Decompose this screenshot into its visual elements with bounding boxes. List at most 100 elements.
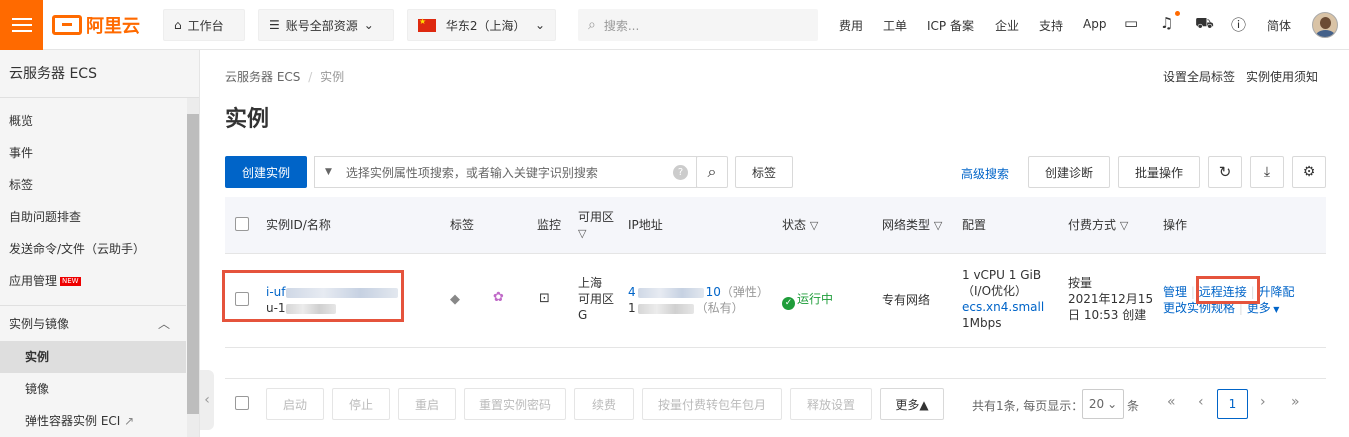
page-size-select[interactable]: 20 ⌄ — [1082, 389, 1124, 419]
header-network-label: 网络类型 — [882, 218, 931, 232]
monitor-chart-icon[interactable]: ⊡ — [539, 291, 550, 307]
instance-id-highlight — [222, 270, 404, 322]
user-avatar[interactable] — [1312, 12, 1338, 38]
release-settings-button[interactable]: 释放设置 — [790, 388, 872, 420]
header-config: 配置 — [962, 218, 987, 232]
sidebar-item-events[interactable]: 事件 — [0, 137, 186, 169]
nav-support[interactable]: 支持 — [1039, 17, 1063, 34]
monitor-plugin-icon[interactable]: ✿ — [493, 290, 504, 306]
create-diagnosis-button[interactable]: 创建诊断 — [1028, 156, 1110, 188]
settings-button[interactable]: ⚙ — [1292, 156, 1326, 188]
workbench-button[interactable]: ⌂ 工作台 — [163, 9, 245, 41]
sidebar-scrollbar[interactable] — [187, 98, 199, 437]
prev-page-icon[interactable]: ‹ — [1198, 394, 1204, 410]
language-switch[interactable]: 简体 — [1267, 17, 1291, 34]
status-label: 运行中 — [797, 292, 834, 306]
zone-line-2: 可用区 — [578, 292, 615, 306]
nav-enterprise[interactable]: 企业 — [995, 17, 1019, 34]
global-tags-link[interactable]: 设置全局标签 — [1163, 68, 1235, 85]
config-io: （I/O优化） — [962, 284, 1028, 298]
sidebar-item-overview[interactable]: 概览 — [0, 105, 186, 137]
reset-password-button[interactable]: 重置实例密码 — [464, 388, 566, 420]
tag-button[interactable]: 标签 — [735, 156, 793, 188]
help-circle-icon[interactable]: ? — [673, 165, 688, 180]
chevron-down-icon: ⌄ — [1107, 397, 1118, 411]
advanced-search-link[interactable]: 高级搜索 — [961, 165, 1009, 182]
nav-ticket[interactable]: 工单 — [883, 17, 907, 34]
nav-app[interactable]: App — [1083, 17, 1106, 31]
download-button[interactable]: ⤓ — [1250, 156, 1284, 188]
action-separator: | — [1190, 285, 1195, 299]
upgrade-link[interactable]: 升降配 — [1258, 285, 1294, 299]
breadcrumb-root[interactable]: 云服务器 ECS — [225, 70, 300, 84]
total-count-text: 共有1条, 每页显示： — [972, 399, 1084, 413]
ip-cell: 4 10（弹性） 1 （私有） — [628, 284, 769, 316]
region-selector[interactable]: 华东2（上海） ⌄ — [407, 9, 556, 41]
search-icon: ⌕ — [707, 162, 717, 181]
public-ip-label: （弹性） — [720, 285, 769, 299]
public-ip[interactable]: 4 10 — [628, 285, 721, 299]
sidebar-item-apps[interactable]: 应用管理 NEW — [0, 265, 186, 297]
region-label: 华东2（上海） — [445, 18, 526, 33]
collapse-sidebar-handle[interactable]: ‹ — [200, 370, 214, 430]
sidebar-item-tags[interactable]: 标签 — [0, 169, 186, 201]
header-tags: 标签 — [450, 218, 475, 232]
create-instance-button[interactable]: 创建实例 — [225, 156, 307, 188]
restart-button[interactable]: 重启 — [398, 388, 456, 420]
footer-select-all-checkbox[interactable] — [235, 396, 249, 410]
footer-more-button[interactable]: 更多▲ — [880, 388, 944, 420]
zone-line-3: G — [578, 308, 588, 322]
first-page-icon[interactable]: « — [1167, 394, 1176, 410]
instance-filter-input[interactable]: ▼ 选择实例属性项搜索，或者输入关键字识别搜索 ? — [314, 156, 697, 188]
instance-type-link[interactable]: ecs.xn4.small — [962, 300, 1044, 314]
header-billing-label: 付费方式 — [1068, 218, 1117, 232]
page-number-current[interactable]: 1 — [1217, 389, 1248, 419]
billing-created-time: 日 10:53 创建 — [1068, 308, 1147, 322]
select-all-checkbox[interactable] — [235, 217, 249, 231]
filter-funnel-icon[interactable]: ▽ — [934, 218, 942, 234]
filter-funnel-icon[interactable]: ▽ — [578, 226, 586, 242]
chevron-down-icon: ⌄ — [363, 18, 374, 32]
sidebar-scroll-thumb[interactable] — [187, 114, 199, 414]
page-size-value: 20 — [1088, 397, 1105, 411]
header-status-label: 状态 — [782, 218, 807, 232]
menu-icon[interactable] — [0, 0, 43, 50]
cart-icon[interactable]: ⛟ — [1195, 14, 1214, 34]
chevron-left-icon: ‹ — [204, 392, 210, 408]
top-bar: 阿里云 ⌂ 工作台 ☰ 账号全部资源 ⌄ 华东2（上海） ⌄ ⌕ 搜索... 费… — [0, 0, 1349, 50]
billing-created-date: 2021年12月15 — [1068, 292, 1154, 306]
tag-icon[interactable]: ◆ — [450, 292, 460, 308]
sidebar-item-troubleshoot[interactable]: 自助问题排查 — [0, 201, 186, 233]
sidebar-item-instances[interactable]: 实例 — [0, 341, 186, 373]
filter-funnel-icon[interactable]: ▽ — [1120, 218, 1128, 234]
sidebar-group-instances-images[interactable]: 实例与镜像 ︿ — [0, 305, 186, 341]
convert-billing-button[interactable]: 按量付费转包年包月 — [642, 388, 782, 420]
search-button[interactable]: ⌕ — [696, 156, 728, 188]
aliyun-logo[interactable]: 阿里云 — [52, 12, 140, 38]
header-id-name: 实例ID/名称 — [266, 218, 331, 232]
resource-selector[interactable]: ☰ 账号全部资源 ⌄ — [258, 9, 394, 41]
bell-icon[interactable]: ♫ — [1160, 14, 1173, 32]
sidebar-item-images[interactable]: 镜像 — [0, 373, 186, 405]
manage-link[interactable]: 管理 — [1163, 285, 1187, 299]
stop-button[interactable]: 停止 — [332, 388, 390, 420]
chevron-down-icon: ⌄ — [534, 18, 545, 32]
help-icon[interactable]: ⓘ — [1231, 14, 1246, 35]
page-size-unit: 条 — [1127, 399, 1140, 413]
sidebar-item-cloud-assistant[interactable]: 发送命令/文件（云助手） — [0, 233, 186, 265]
nav-icp[interactable]: ICP 备案 — [927, 17, 974, 34]
renew-button[interactable]: 续费 — [574, 388, 634, 420]
global-search-input[interactable]: ⌕ 搜索... — [578, 9, 818, 41]
filter-placeholder: 选择实例属性项搜索，或者输入关键字识别搜索 — [345, 165, 598, 180]
instance-notice-link[interactable]: 实例使用须知 — [1246, 68, 1318, 85]
batch-operation-button[interactable]: 批量操作 — [1118, 156, 1200, 188]
caret-down-icon: ▼ — [325, 167, 332, 177]
next-page-icon[interactable]: › — [1260, 394, 1266, 410]
start-button[interactable]: 启动 — [266, 388, 324, 420]
last-page-icon[interactable]: » — [1291, 394, 1300, 410]
nav-billing[interactable]: 费用 — [839, 17, 863, 34]
refresh-button[interactable]: ↻ — [1208, 156, 1242, 188]
filter-funnel-icon[interactable]: ▽ — [810, 218, 818, 234]
sidebar-item-eci[interactable]: 弹性容器实例 ECI ↗ — [0, 405, 186, 437]
terminal-icon[interactable]: ▭ — [1124, 14, 1138, 32]
